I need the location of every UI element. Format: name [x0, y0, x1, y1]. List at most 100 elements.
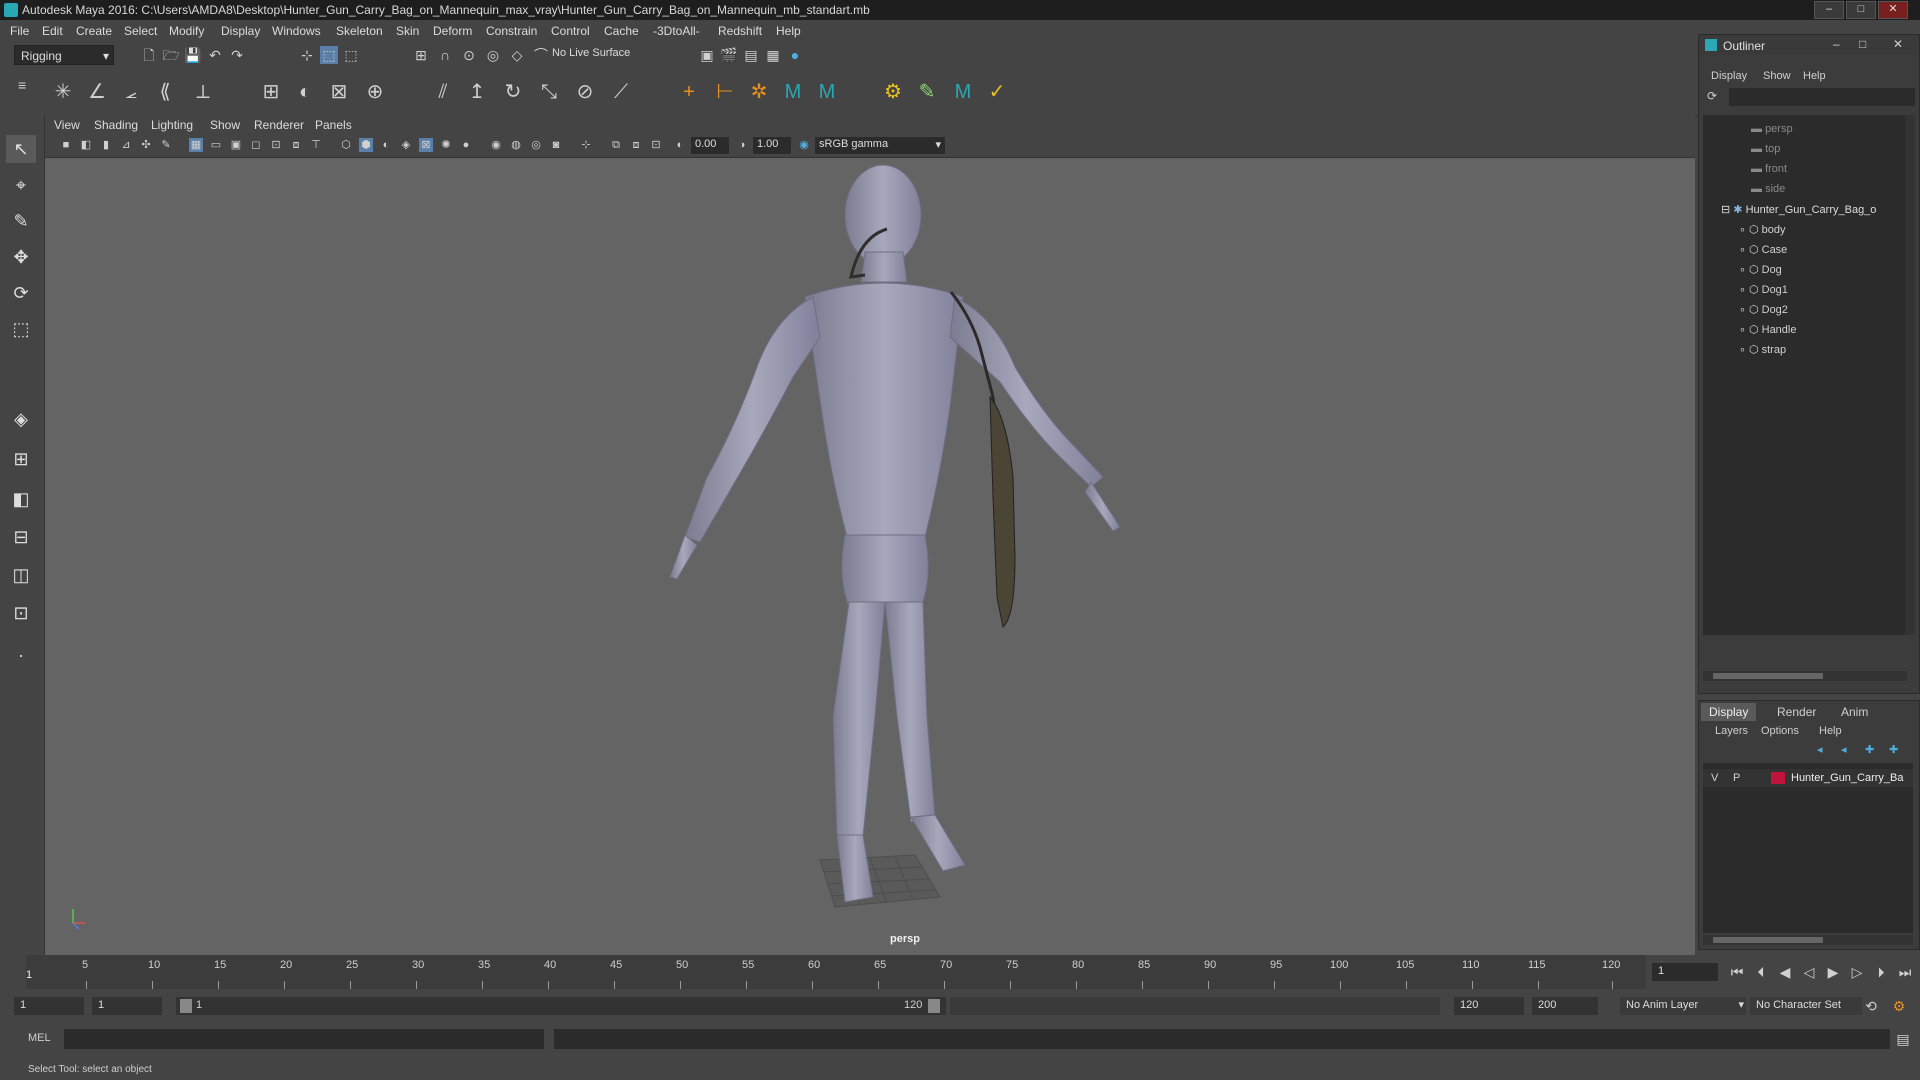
menu-deform[interactable]: Deform [433, 24, 472, 38]
xray-icon[interactable]: ⧉ [609, 138, 623, 152]
layer-row[interactable]: V P Hunter_Gun_Carry_Ba [1703, 769, 1913, 787]
ipr-render-icon[interactable]: ▤ [742, 46, 760, 64]
viewport-menu-show[interactable]: Show [210, 118, 240, 132]
hypershade-layout-icon[interactable]: ◫ [6, 561, 36, 589]
menu-control[interactable]: Control [551, 24, 590, 38]
wireframe-on-shaded-icon[interactable]: ◈ [399, 138, 413, 152]
close-icon[interactable]: ✕ [1893, 37, 1903, 51]
animation-preferences-icon[interactable]: ⚙ [1890, 997, 1908, 1015]
textured-icon[interactable]: ⊠ [419, 138, 433, 152]
save-scene-icon[interactable]: 💾 [184, 46, 202, 64]
view-transform-dropdown[interactable]: sRGB gamma ▾ [815, 137, 945, 154]
field-chart-icon[interactable]: ⊡ [269, 138, 283, 152]
hypershade-icon[interactable]: ● [786, 46, 804, 64]
anim-layer-dropdown[interactable]: No Anim Layer ▾ [1620, 997, 1746, 1015]
viewport-menu-lighting[interactable]: Lighting [151, 118, 193, 132]
minimize-icon[interactable]: – [1833, 37, 1840, 51]
tree-item-case[interactable]: ∘ ⬡ Case [1739, 243, 1787, 256]
isolate-select-icon[interactable]: ⊹ [579, 138, 593, 152]
lattice-icon[interactable]: ⊠ [326, 79, 352, 105]
play-forwards-icon[interactable]: ▶ [1824, 963, 1842, 981]
go-to-end-icon[interactable]: ⏭ [1896, 963, 1914, 981]
menu-edit[interactable]: Edit [42, 24, 63, 38]
animation-end-field[interactable]: 200 [1532, 997, 1598, 1015]
close-button[interactable]: ✕ [1878, 1, 1908, 19]
layer-name[interactable]: Hunter_Gun_Carry_Ba [1791, 772, 1904, 784]
range-end-handle[interactable] [928, 999, 940, 1013]
step-back-icon[interactable]: ⏴ [1752, 963, 1770, 981]
step-forward-key-icon[interactable]: ▷ [1848, 963, 1866, 981]
exposure-field[interactable]: 0.00 [691, 137, 729, 154]
menu-windows[interactable]: Windows [272, 24, 321, 38]
menu-skeleton[interactable]: Skeleton [336, 24, 383, 38]
perspective-viewport[interactable]: View Shading Lighting Show Renderer Pane… [45, 115, 1695, 955]
viewport-menu-view[interactable]: View [54, 118, 80, 132]
layers-menu-layers[interactable]: Layers [1715, 725, 1748, 737]
parent-constraint-icon[interactable]: ⊘ [572, 79, 598, 105]
render-frame-icon[interactable]: 🎬 [720, 46, 738, 64]
menu-skin[interactable]: Skin [396, 24, 419, 38]
new-layer-selected-icon[interactable]: ✚ [1889, 743, 1898, 756]
outliner-vertical-scrollbar[interactable] [1905, 115, 1915, 635]
safe-title-icon[interactable]: ⊤ [309, 138, 323, 152]
hik-icon[interactable]: ✲ [746, 79, 772, 105]
motion-blur-icon[interactable]: ◍ [509, 138, 523, 152]
menu-display[interactable]: Display [221, 24, 260, 38]
animation-start-field[interactable]: 1 [14, 997, 84, 1015]
perspective-graph-icon[interactable]: ⊟ [6, 523, 36, 551]
tree-item-body[interactable]: ∘ ⬡ body [1739, 223, 1785, 236]
mannequin-model[interactable] [669, 164, 1121, 903]
live-surface-label[interactable]: No Live Surface [552, 47, 630, 59]
ik-handle-icon[interactable]: ∠ [84, 79, 110, 105]
maximize-button[interactable]: □ [1846, 1, 1876, 19]
joint-tool-icon[interactable]: ✳ [50, 79, 76, 105]
depth-of-field-icon[interactable]: ◙ [549, 138, 563, 152]
viewport-menu-shading[interactable]: Shading [94, 118, 138, 132]
gamma-field[interactable]: 1.00 [753, 137, 791, 154]
gamma-icon[interactable]: ◑ [735, 138, 749, 152]
color-management-icon[interactable]: ◉ [797, 138, 811, 152]
default-material-icon[interactable]: ◐ [379, 138, 393, 152]
snap-grid-icon[interactable]: ⊞ [412, 46, 430, 64]
menu-create[interactable]: Create [76, 24, 112, 38]
shelf-menu-icon[interactable]: ≡ [18, 77, 26, 93]
tree-item-handle[interactable]: ∘ ⬡ Handle [1739, 323, 1796, 336]
rotate-tool-icon[interactable]: ⟳ [6, 279, 36, 307]
layers-menu-help[interactable]: Help [1819, 725, 1842, 737]
scene-canvas[interactable] [45, 157, 1695, 955]
layer-playback-toggle[interactable]: P [1733, 772, 1740, 784]
wireframe-icon[interactable]: ⬡ [339, 138, 353, 152]
exposure-icon[interactable]: ◐ [673, 138, 687, 152]
tab-display[interactable]: Display [1701, 703, 1757, 721]
scrollbar-thumb[interactable] [1713, 937, 1823, 943]
new-scene-icon[interactable]: 🗋 [140, 46, 158, 64]
move-tool-icon[interactable]: ✥ [6, 243, 36, 271]
menu-constrain[interactable]: Constrain [486, 24, 537, 38]
point-constraint-icon[interactable]: ⫽ [430, 79, 456, 105]
orient-joint-icon[interactable]: ⟂ [190, 79, 216, 105]
tree-item-dog1[interactable]: ∘ ⬡ Dog1 [1739, 283, 1788, 296]
time-ruler[interactable]: 1 5 10 15 20 25 30 35 40 45 50 55 60 65 … [26, 955, 1646, 989]
select-hierarchy-icon[interactable]: ⊹ [298, 46, 316, 64]
tree-item-dog2[interactable]: ∘ ⬡ Dog2 [1739, 303, 1788, 316]
minimize-button[interactable]: – [1814, 1, 1844, 19]
single-perspective-icon[interactable]: ◈ [6, 405, 36, 433]
play-backwards-icon[interactable]: ◁ [1800, 963, 1818, 981]
tree-item-persp[interactable]: ▬ persp [1751, 123, 1793, 135]
tree-item-strap[interactable]: ∘ ⬡ strap [1739, 343, 1786, 356]
new-layer-icon[interactable]: ✚ [1865, 743, 1874, 756]
grease-pencil-icon[interactable]: ✎ [159, 138, 173, 152]
ik-spline-icon[interactable]: ⦟ [118, 79, 144, 105]
grid-icon[interactable]: ▦ [189, 138, 203, 152]
outliner-menu-help[interactable]: Help [1803, 70, 1826, 82]
snap-view-icon[interactable]: ◎ [484, 46, 502, 64]
pole-vector-icon[interactable]: ⟋ [608, 79, 634, 105]
bookmark-icon[interactable]: ▮ [99, 138, 113, 152]
paint-weights-icon[interactable]: ◐ [292, 79, 318, 105]
safe-action-icon[interactable]: ⧈ [289, 138, 303, 152]
maya-tool-icon[interactable]: M [814, 79, 840, 105]
viewport-menu-panels[interactable]: Panels [315, 118, 352, 132]
maya-logo-icon[interactable]: M [780, 79, 806, 105]
camera-attributes-icon[interactable]: ◧ [79, 138, 93, 152]
check-icon[interactable]: ✓ [984, 79, 1010, 105]
